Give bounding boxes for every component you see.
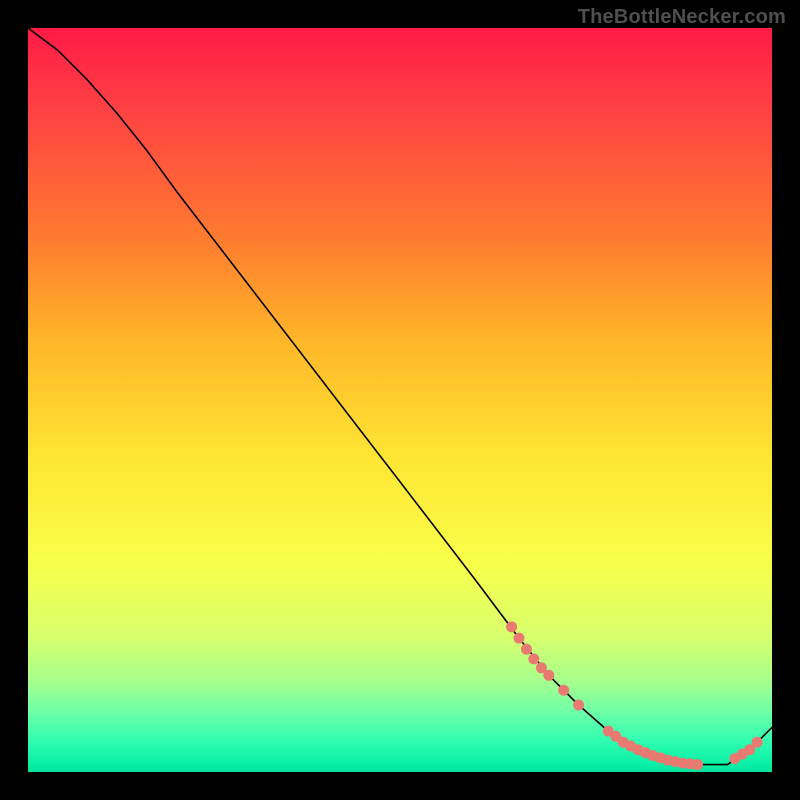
marker-group <box>506 621 762 770</box>
data-point-marker <box>648 750 659 761</box>
gradient-plot-area <box>28 28 772 772</box>
data-point-marker <box>506 621 517 632</box>
data-point-marker <box>737 749 748 760</box>
watermark-label: TheBottleNecker.com <box>578 6 786 29</box>
data-point-marker <box>752 737 763 748</box>
data-point-marker <box>528 653 539 664</box>
data-point-marker <box>729 753 740 764</box>
data-point-marker <box>543 670 554 681</box>
data-point-marker <box>625 741 636 752</box>
data-point-marker <box>618 737 629 748</box>
data-point-marker <box>610 731 621 742</box>
data-point-marker <box>677 758 688 769</box>
data-point-marker <box>655 752 666 763</box>
data-point-marker <box>514 633 525 644</box>
chart-frame: TheBottleNecker.com <box>0 0 800 800</box>
data-point-marker <box>662 755 673 766</box>
data-point-marker <box>633 744 644 755</box>
data-point-marker <box>558 685 569 696</box>
data-point-marker <box>692 759 703 770</box>
data-point-marker <box>640 747 651 758</box>
bottleneck-curve-path <box>28 28 772 765</box>
data-point-marker <box>685 758 696 769</box>
data-point-marker <box>536 662 547 673</box>
data-point-marker <box>573 700 584 711</box>
bottleneck-curve-svg <box>28 28 772 772</box>
data-point-marker <box>521 644 532 655</box>
data-point-marker <box>603 726 614 737</box>
data-point-marker <box>670 756 681 767</box>
data-point-marker <box>744 744 755 755</box>
